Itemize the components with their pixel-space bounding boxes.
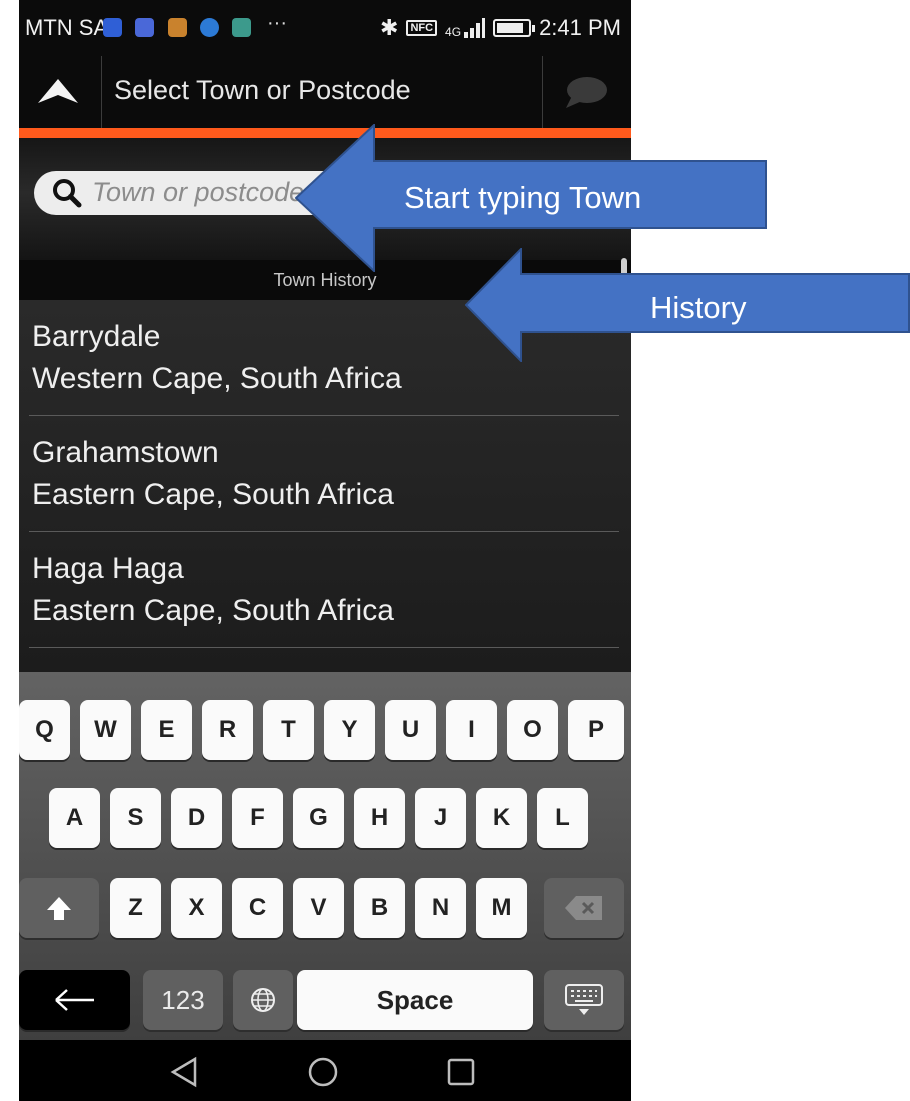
language-key[interactable] xyxy=(233,970,293,1030)
key-p[interactable]: P xyxy=(568,700,624,760)
list-item[interactable]: Haga Haga Eastern Cape, South Africa xyxy=(19,532,631,648)
status-bar: MTN SA ··· ✱ NFC 4G 2:41 PM xyxy=(19,0,631,56)
town-region: Western Cape, South Africa xyxy=(32,362,402,395)
nfc-icon: NFC xyxy=(406,20,438,36)
key-e[interactable]: E xyxy=(141,700,192,760)
divider xyxy=(29,647,619,648)
back-nav-icon[interactable] xyxy=(169,1056,201,1093)
chat-icon[interactable] xyxy=(564,76,608,115)
history-callout-text: History xyxy=(650,290,747,325)
shift-icon xyxy=(47,897,71,920)
navigate-up-icon[interactable] xyxy=(37,78,79,109)
key-c[interactable]: C xyxy=(232,878,283,938)
key-y[interactable]: Y xyxy=(324,700,375,760)
hide-keyboard-key[interactable] xyxy=(544,970,624,1030)
key-b[interactable]: B xyxy=(354,878,405,938)
bluetooth-icon: ✱ xyxy=(380,15,399,40)
battery-icon xyxy=(493,19,536,37)
back-key[interactable] xyxy=(19,970,130,1030)
arrow-left-icon xyxy=(54,989,94,1011)
space-label: Space xyxy=(376,984,454,1015)
key-j[interactable]: J xyxy=(415,788,466,848)
key-z[interactable]: Z xyxy=(110,878,161,938)
page-title: Select Town or Postcode xyxy=(114,75,411,105)
backspace-icon xyxy=(565,896,602,920)
search-callout-text: Start typing Town xyxy=(404,180,642,215)
key-i[interactable]: I xyxy=(446,700,497,760)
gallery-app-icon xyxy=(232,18,251,37)
town-name: Grahamstown xyxy=(32,436,219,469)
app-icon-3 xyxy=(168,18,187,37)
history-callout-arrow: History xyxy=(465,248,910,362)
location-app-icon xyxy=(103,18,122,37)
key-u[interactable]: U xyxy=(385,700,436,760)
key-a[interactable]: A xyxy=(49,788,100,848)
space-key[interactable]: Space xyxy=(297,970,533,1030)
key-v[interactable]: V xyxy=(293,878,344,938)
key-l[interactable]: L xyxy=(537,788,588,848)
key-g[interactable]: G xyxy=(293,788,344,848)
network-type: 4G xyxy=(445,25,462,39)
key-q[interactable]: Q xyxy=(19,700,70,760)
key-x[interactable]: X xyxy=(171,878,222,938)
backspace-key[interactable] xyxy=(544,878,624,938)
key-k[interactable]: K xyxy=(476,788,527,848)
carrier-label: MTN SA xyxy=(25,15,109,40)
key-t[interactable]: T xyxy=(263,700,314,760)
shift-key[interactable] xyxy=(19,878,99,938)
keyboard-icon xyxy=(565,984,603,1015)
key-h[interactable]: H xyxy=(354,788,405,848)
clock: 2:41 PM xyxy=(539,15,621,40)
system-nav-bar xyxy=(19,1040,631,1101)
key-o[interactable]: O xyxy=(507,700,558,760)
more-notifications-icon: ··· xyxy=(267,12,287,34)
key-d[interactable]: D xyxy=(171,788,222,848)
home-nav-icon[interactable] xyxy=(307,1056,339,1093)
town-name: Barrydale xyxy=(32,320,161,353)
on-screen-keyboard: Q W E R T Y U I O P A S D F G H J K L Z … xyxy=(19,672,631,1040)
app-icon-2 xyxy=(135,18,154,37)
numbers-key[interactable]: 123 xyxy=(143,970,223,1030)
numbers-label: 123 xyxy=(161,984,205,1015)
search-icon xyxy=(52,178,82,213)
key-r[interactable]: R xyxy=(202,700,253,760)
key-n[interactable]: N xyxy=(415,878,466,938)
town-region: Eastern Cape, South Africa xyxy=(32,478,394,511)
list-item[interactable]: Grahamstown Eastern Cape, South Africa xyxy=(19,416,631,532)
key-f[interactable]: F xyxy=(232,788,283,848)
town-name: Haga Haga xyxy=(32,552,184,585)
recents-nav-icon[interactable] xyxy=(445,1056,477,1093)
key-s[interactable]: S xyxy=(110,788,161,848)
globe-icon xyxy=(251,988,275,1012)
signal-icon: 4G xyxy=(445,18,486,39)
app-icon-4 xyxy=(200,18,219,37)
key-w[interactable]: W xyxy=(80,700,131,760)
app-bar: Select Town or Postcode xyxy=(19,56,631,128)
divider xyxy=(542,56,543,128)
town-region: Eastern Cape, South Africa xyxy=(32,594,394,627)
divider xyxy=(101,56,102,128)
key-m[interactable]: M xyxy=(476,878,527,938)
